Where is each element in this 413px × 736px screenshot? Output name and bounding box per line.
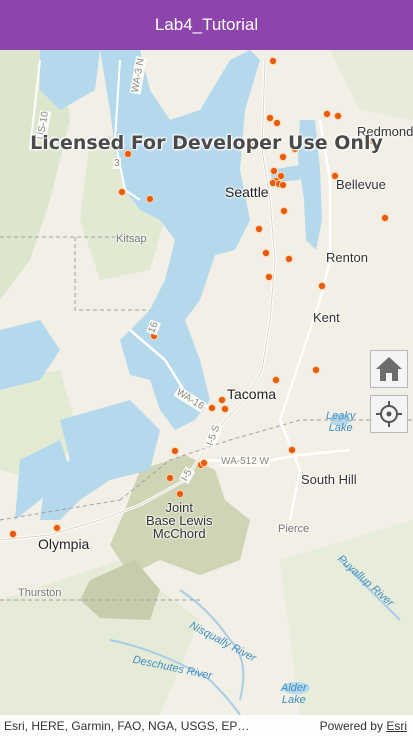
feature-marker[interactable] (380, 213, 390, 223)
label-south-hill: South Hill (301, 472, 357, 487)
feature-marker[interactable] (287, 445, 297, 455)
feature-marker[interactable] (284, 254, 294, 264)
label-alder-lake: Alder Lake (281, 682, 307, 706)
feature-marker[interactable] (311, 365, 321, 375)
feature-marker[interactable] (207, 403, 217, 413)
feature-marker[interactable] (52, 523, 62, 533)
license-watermark: Licensed For Developer Use Only (30, 132, 383, 154)
feature-marker[interactable] (170, 446, 180, 456)
home-icon (374, 355, 404, 383)
feature-marker[interactable] (278, 180, 288, 190)
attribution-sources: Esri, HERE, Garmin, FAO, NGA, USGS, EP… (4, 718, 250, 733)
feature-marker[interactable] (261, 248, 271, 258)
feature-marker[interactable] (279, 206, 289, 216)
feature-marker[interactable] (333, 111, 343, 121)
feature-marker[interactable] (264, 272, 274, 282)
feature-marker[interactable] (165, 473, 175, 483)
home-button[interactable] (370, 350, 408, 388)
feature-marker[interactable] (220, 404, 230, 414)
label-pierce: Pierce (278, 523, 310, 535)
label-renton: Renton (326, 250, 368, 265)
feature-marker[interactable] (271, 375, 281, 385)
feature-marker[interactable] (145, 194, 155, 204)
app-title: Lab4_Tutorial (154, 15, 259, 34)
esri-link[interactable]: Esri (386, 719, 407, 733)
feature-marker[interactable] (175, 489, 185, 499)
label-bellevue: Bellevue (336, 177, 386, 192)
feature-marker[interactable] (265, 113, 275, 123)
label-route-3: 3 (113, 158, 121, 169)
feature-marker[interactable] (317, 281, 327, 291)
feature-marker[interactable] (199, 458, 209, 468)
label-seattle: Seattle (225, 184, 269, 200)
label-thurston: Thurston (18, 587, 62, 599)
label-kitsap: Kitsap (116, 233, 147, 245)
powered-by: Powered by Esri (319, 718, 407, 733)
label-leaky-lake: Leaky Lake (326, 410, 356, 434)
feature-marker[interactable] (269, 166, 279, 176)
feature-marker[interactable] (272, 118, 282, 128)
feature-marker[interactable] (254, 224, 264, 234)
feature-marker[interactable] (278, 152, 288, 162)
label-kent: Kent (313, 310, 340, 325)
locate-icon (375, 400, 403, 428)
label-wa512: WA-512 W (220, 456, 270, 467)
feature-marker[interactable] (322, 109, 332, 119)
label-olympia: Olympia (38, 536, 90, 552)
label-tacoma: Tacoma (227, 386, 277, 402)
feature-marker[interactable] (268, 56, 278, 66)
map-view[interactable]: Licensed For Developer Use Only Seattle … (0, 50, 413, 715)
attribution-bar: Esri, HERE, Garmin, FAO, NGA, USGS, EP… … (0, 715, 413, 736)
locate-button[interactable] (370, 395, 408, 433)
feature-marker[interactable] (217, 395, 227, 405)
feature-marker[interactable] (117, 187, 127, 197)
feature-marker[interactable] (8, 529, 18, 539)
label-joint-base: Joint Base Lewis McChord (146, 500, 213, 541)
app-title-bar: Lab4_Tutorial (0, 0, 413, 50)
